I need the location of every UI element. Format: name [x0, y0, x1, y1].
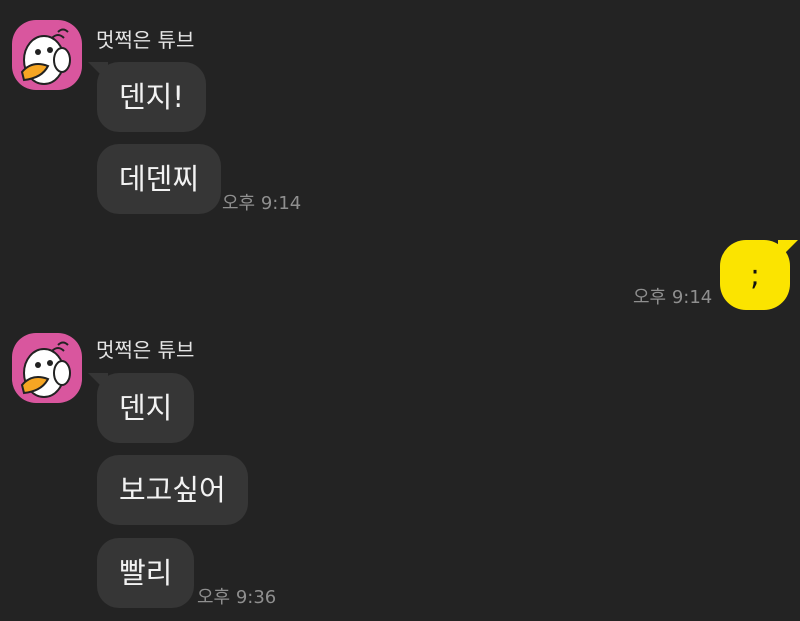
message-timestamp: 오후 9:14 — [222, 193, 302, 214]
message-timestamp: 오후 9:14 — [633, 287, 713, 308]
tube-duck-avatar-icon[interactable] — [12, 333, 82, 403]
tube-duck-avatar-icon[interactable] — [12, 20, 82, 90]
message-bubble[interactable]: 빨리 — [97, 538, 195, 608]
my-message-bubble[interactable]: ; — [720, 240, 798, 310]
sender-name: 멋쩍은 튜브 — [96, 338, 195, 362]
message-bubble[interactable]: 보고싶어 — [97, 455, 248, 525]
message-bubble[interactable]: 덴지! — [88, 62, 206, 132]
message-bubble[interactable]: 덴지 — [87, 373, 195, 443]
sender-name: 멋쩍은 튜브 — [96, 28, 195, 52]
message-bubble[interactable]: 데덴찌 — [97, 144, 222, 214]
message-timestamp: 오후 9:36 — [197, 587, 277, 608]
